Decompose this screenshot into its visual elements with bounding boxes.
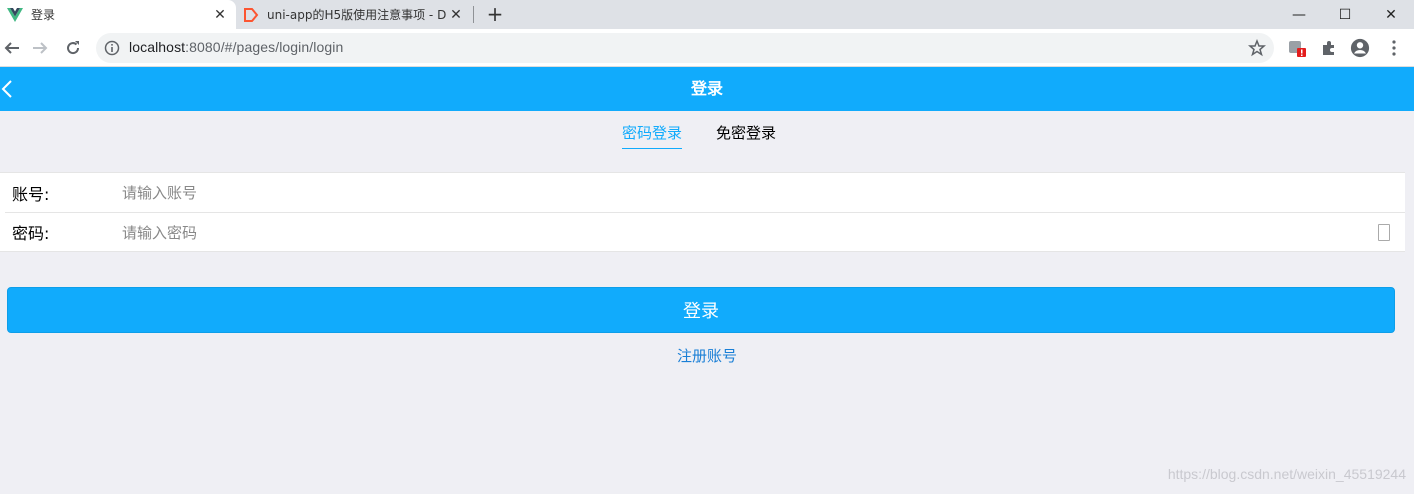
browser-toolbar: localhost:8080/#/pages/login/login [0,29,1414,67]
login-mode-tabs: 密码登录 免密登录 [0,122,1414,156]
tab-separator [473,6,474,23]
register-link[interactable]: 注册账号 [0,345,1414,366]
bookmark-star-icon[interactable] [1248,38,1266,57]
browser-tab-title: 登录 [31,8,56,22]
profile-avatar-icon[interactable] [1350,38,1370,58]
browser-tab-csdn[interactable]: uni-app的H5版使用注意事项 - D ✕ [236,0,472,29]
browser-tab-title: uni-app的H5版使用注意事项 - D [267,8,447,22]
password-label: 密码: [12,224,50,243]
menu-kebab-icon[interactable] [1384,38,1404,58]
url-path: :8080/#/pages/login/login [185,39,344,55]
vue-logo-icon [7,7,23,23]
login-button[interactable]: 登录 [7,287,1395,333]
password-row: 密码: 请输入密码 [5,212,1405,251]
account-label: 账号: [12,184,50,204]
browser-tab-login[interactable]: 登录 ✕ [0,0,236,29]
puzzle-icon[interactable] [1319,38,1339,58]
login-form: 账号: 请输入账号 密码: 请输入密码 [0,172,1405,252]
tab-passwordless-login[interactable]: 免密登录 [716,122,776,148]
account-row: 账号: 请输入账号 [0,173,1405,212]
address-url: localhost:8080/#/pages/login/login [129,39,343,55]
minimize-button[interactable]: — [1276,0,1322,29]
url-host: localhost [129,39,186,55]
maximize-button[interactable]: ☐ [1322,0,1368,29]
window-close-button[interactable]: ✕ [1368,0,1414,29]
watermark: https://blog.csdn.net/weixin_45519244 [1167,466,1406,482]
new-tab-button[interactable]: + [484,2,506,26]
account-input[interactable]: 请输入账号 [122,182,197,203]
reload-icon[interactable] [61,36,85,60]
address-bar[interactable]: localhost:8080/#/pages/login/login [96,33,1274,63]
page-title: 登录 [690,79,723,98]
close-icon[interactable]: ✕ [212,7,228,23]
extension-icon[interactable] [1287,38,1307,58]
csdn-logo-icon [243,7,259,23]
app-header: 登录 [0,67,1414,111]
browser-tab-strip: 登录 ✕ uni-app的H5版使用注意事项 - D ✕ + — ☐ ✕ [0,0,1414,29]
tab-password-login[interactable]: 密码登录 [622,122,683,149]
back-arrow-icon[interactable] [0,36,24,60]
close-icon[interactable]: ✕ [448,7,464,23]
show-password-toggle-icon[interactable] [1378,224,1390,241]
password-input[interactable]: 请输入密码 [122,222,197,243]
info-icon[interactable] [104,40,120,56]
forward-arrow-icon[interactable] [28,36,52,60]
